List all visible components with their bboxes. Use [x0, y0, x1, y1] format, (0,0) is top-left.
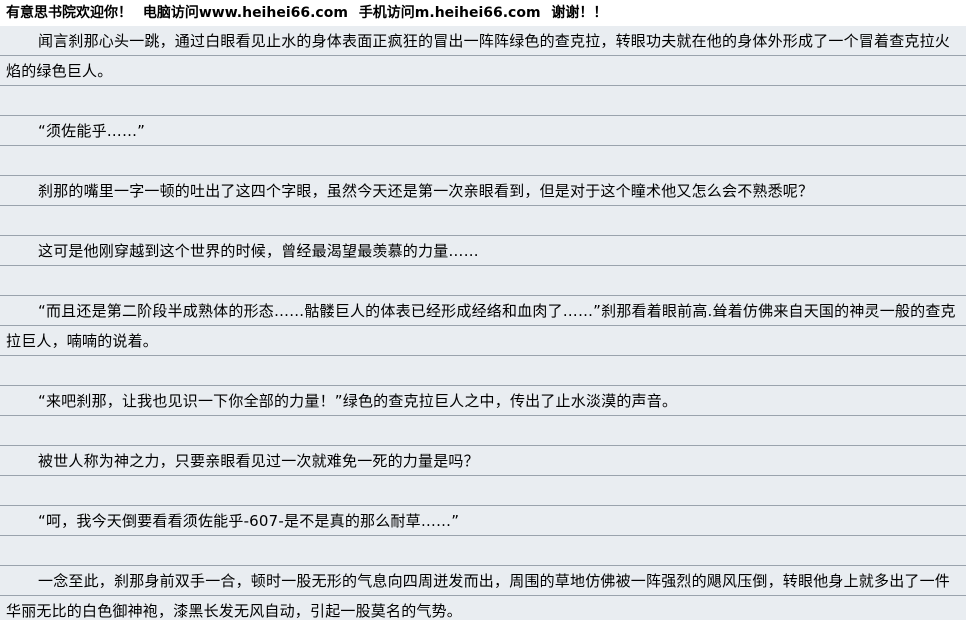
- paragraph: 一念至此，刹那身前双手一合，顿时一股无形的气息向四周迸发而出，周围的草地仿佛被一…: [6, 572, 951, 620]
- paragraph: 闻言刹那心头一跳，通过白眼看见止水的身体表面正疯狂的冒出一阵阵绿色的查克拉，转眼…: [6, 32, 951, 80]
- site-header: 有意思书院欢迎你！ 电脑访问www.heihei66.com 手机访问m.hei…: [0, 0, 966, 26]
- paragraph: “来吧刹那，让我也见识一下你全部的力量！”绿色的查克拉巨人之中，传出了止水淡漠的…: [38, 392, 678, 410]
- paragraph: “须佐能乎……”: [38, 122, 146, 140]
- mobile-visit-text: 手机访问m.heihei66.com: [358, 5, 541, 21]
- pc-visit-text: 电脑访问www.heihei66.com: [142, 5, 348, 21]
- paragraph: 被世人称为神之力，只要亲眼看见过一次就难免一死的力量是吗？: [38, 452, 479, 470]
- paragraph: “呵，我今天倒要看看须佐能乎-607-是不是真的那么耐草……”: [38, 512, 460, 530]
- chapter-content: 闻言刹那心头一跳，通过白眼看见止水的身体表面正疯狂的冒出一阵阵绿色的查克拉，转眼…: [0, 26, 966, 620]
- paragraph: 刹那的嘴里一字一顿的吐出了这四个字眼，虽然今天还是第一次亲眼看到，但是对于这个瞳…: [38, 182, 814, 200]
- paragraph: “而且还是第二阶段半成熟体的形态……骷髅巨人的体表已经形成经络和血肉了……”刹那…: [6, 302, 956, 350]
- paragraph: 这可是他刚穿越到这个世界的时候，曾经最渴望最羡慕的力量……: [38, 242, 479, 260]
- reading-area: 闻言刹那心头一跳，通过白眼看见止水的身体表面正疯狂的冒出一阵阵绿色的查克拉，转眼…: [0, 26, 966, 620]
- welcome-text: 有意思书院欢迎你！: [6, 5, 132, 21]
- thanks-text: 谢谢！！: [551, 5, 608, 21]
